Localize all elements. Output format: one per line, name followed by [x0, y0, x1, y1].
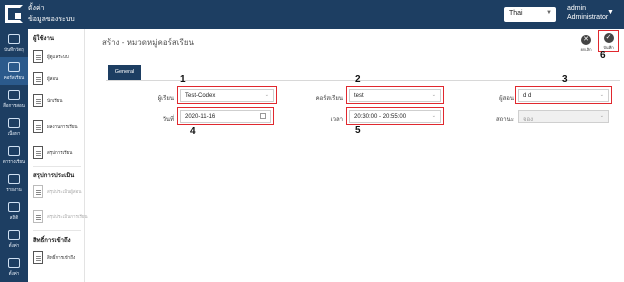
student-label: ผู้เรียน [157, 96, 174, 102]
menu-item-label: สิทธิ์การเข้าถึง [47, 255, 76, 260]
app-subtitle: ข้อมูลของระบบ [28, 16, 75, 23]
page-title: สร้าง - หมวดหมู่คอร์สเรียน [102, 38, 194, 47]
rail-label: เนื้อหา [7, 130, 21, 136]
highlight-box-1 [177, 86, 277, 104]
chevron-down-icon: ⌄ [599, 113, 604, 119]
menu-item-label: ผู้ดูแลระบบ [47, 54, 69, 59]
document-icon [33, 185, 43, 198]
rail-label: ตั้งค่า [8, 270, 20, 276]
status-label: สถานะ [496, 117, 514, 123]
rail-icon [8, 61, 20, 72]
menu-item[interactable]: สรุปประเมินการเรียน [33, 209, 88, 225]
close-icon: ✕ [581, 35, 591, 45]
rail-label: ตารางเรียน [2, 158, 26, 164]
document-icon [33, 120, 43, 133]
divider [33, 166, 81, 167]
menu-item[interactable]: สรุปประเมินผู้สอน [33, 184, 81, 200]
cancel-label: ยกเลิก [580, 47, 592, 52]
top-bar: ตั้งค่า ข้อมูลของระบบ Thai ▼ admin Admin… [0, 0, 624, 29]
user-role: Administrator [567, 14, 609, 21]
menu-item[interactable]: สรุปการเรียน [33, 145, 81, 161]
rail-label: รายงาน [6, 186, 22, 192]
language-select[interactable]: Thai ▼ [504, 7, 556, 22]
sidebar-rail: บันทึกวัตถุ คอร์สเรียน สื่อการสอน เนื้อห… [0, 29, 28, 282]
rail-label: สถิติ [9, 214, 19, 220]
menu-item[interactable]: ผู้ดูแลระบบ [33, 49, 81, 65]
annotation-number: 3 [562, 74, 568, 85]
annotation-number: 4 [190, 126, 196, 137]
highlight-box-2 [346, 86, 444, 104]
menu-item-label: สรุปการเรียน [47, 150, 73, 155]
document-icon [33, 50, 43, 63]
user-name[interactable]: admin [567, 5, 586, 12]
rail-icon [8, 229, 20, 240]
section-title-evaluation: สรุปการประเมิน [33, 173, 75, 179]
logo-dot [15, 13, 21, 19]
rail-item-6[interactable]: รายงาน [0, 169, 28, 197]
menu-item[interactable]: สิทธิ์การเข้าถึง [33, 250, 81, 266]
course-label: คอร์สเรียน [315, 96, 343, 102]
chevron-down-icon: ▼ [546, 10, 552, 16]
menu-item-label: ผู้สอน [47, 76, 59, 81]
menu-item[interactable]: ผู้สอน [33, 71, 81, 87]
document-icon [33, 94, 43, 107]
rail-item-4[interactable]: เนื้อหา [0, 113, 28, 141]
rail-label: คอร์สเรียน [3, 74, 25, 80]
section-title-users: ผู้ใช้งาน [33, 36, 54, 42]
rail-icon [8, 145, 20, 156]
time-label: เวลา [330, 117, 343, 123]
rail-icon [8, 117, 20, 128]
status-select: จอง ⌄ [518, 110, 609, 123]
rail-label: ตั้งค่า [8, 242, 20, 248]
rail-label: สื่อการสอน [3, 102, 25, 108]
document-icon [33, 210, 43, 223]
teacher-label: ผู้สอน [499, 96, 514, 102]
rail-item-1[interactable]: บันทึกวัตถุ [0, 29, 28, 57]
highlight-box-3 [515, 86, 612, 104]
document-icon [33, 72, 43, 85]
rail-item-8[interactable]: ตั้งค่า [0, 225, 28, 253]
annotation-number: 6 [600, 50, 606, 61]
rail-item-2[interactable]: คอร์สเรียน [0, 57, 28, 85]
highlight-box-5 [346, 107, 444, 125]
highlight-box-4 [177, 107, 274, 125]
rail-item-3[interactable]: สื่อการสอน [0, 85, 28, 113]
rail-icon [8, 201, 20, 212]
status-value: จอง [523, 117, 534, 123]
annotation-number: 2 [355, 74, 361, 85]
secondary-menu: ผู้ใช้งาน ผู้ดูแลระบบ ผู้สอน นักเรียน ผล… [28, 29, 88, 282]
menu-item-label: ผลงานการเรียน [47, 124, 78, 129]
tab-general[interactable]: General [108, 65, 141, 80]
annotation-number: 1 [180, 74, 186, 85]
menu-item-label: สรุปประเมินการเรียน [47, 214, 88, 219]
annotation-number: 5 [355, 125, 361, 136]
divider [33, 230, 81, 231]
save-button[interactable]: ✓ บันทึก [598, 30, 619, 52]
menu-item[interactable]: นักเรียน [33, 93, 81, 109]
rail-item-9[interactable]: ตั้งค่า [0, 253, 28, 281]
rail-item-5[interactable]: ตารางเรียน [0, 141, 28, 169]
rail-icon [8, 173, 20, 184]
menu-item-label: สรุปประเมินผู้สอน [47, 189, 82, 194]
rail-label: บันทึกวัตถุ [4, 46, 24, 52]
document-icon [33, 146, 43, 159]
section-title-access: สิทธิ์การเข้าถึง [33, 238, 71, 244]
date-label: วันที่ [162, 117, 174, 123]
cancel-button[interactable]: ✕ ยกเลิก [578, 35, 594, 53]
gear-icon [8, 257, 20, 268]
rail-item-7[interactable]: สถิติ [0, 197, 28, 225]
app-title: ตั้งค่า [28, 5, 45, 12]
menu-item-label: นักเรียน [47, 98, 63, 103]
check-icon: ✓ [603, 33, 614, 43]
document-icon [33, 251, 43, 264]
rail-icon [8, 33, 20, 44]
user-menu-caret-icon[interactable]: ▼ [607, 9, 614, 16]
language-value: Thai [509, 10, 523, 17]
menu-item[interactable]: ผลงานการเรียน [33, 119, 81, 135]
rail-icon [8, 89, 20, 100]
